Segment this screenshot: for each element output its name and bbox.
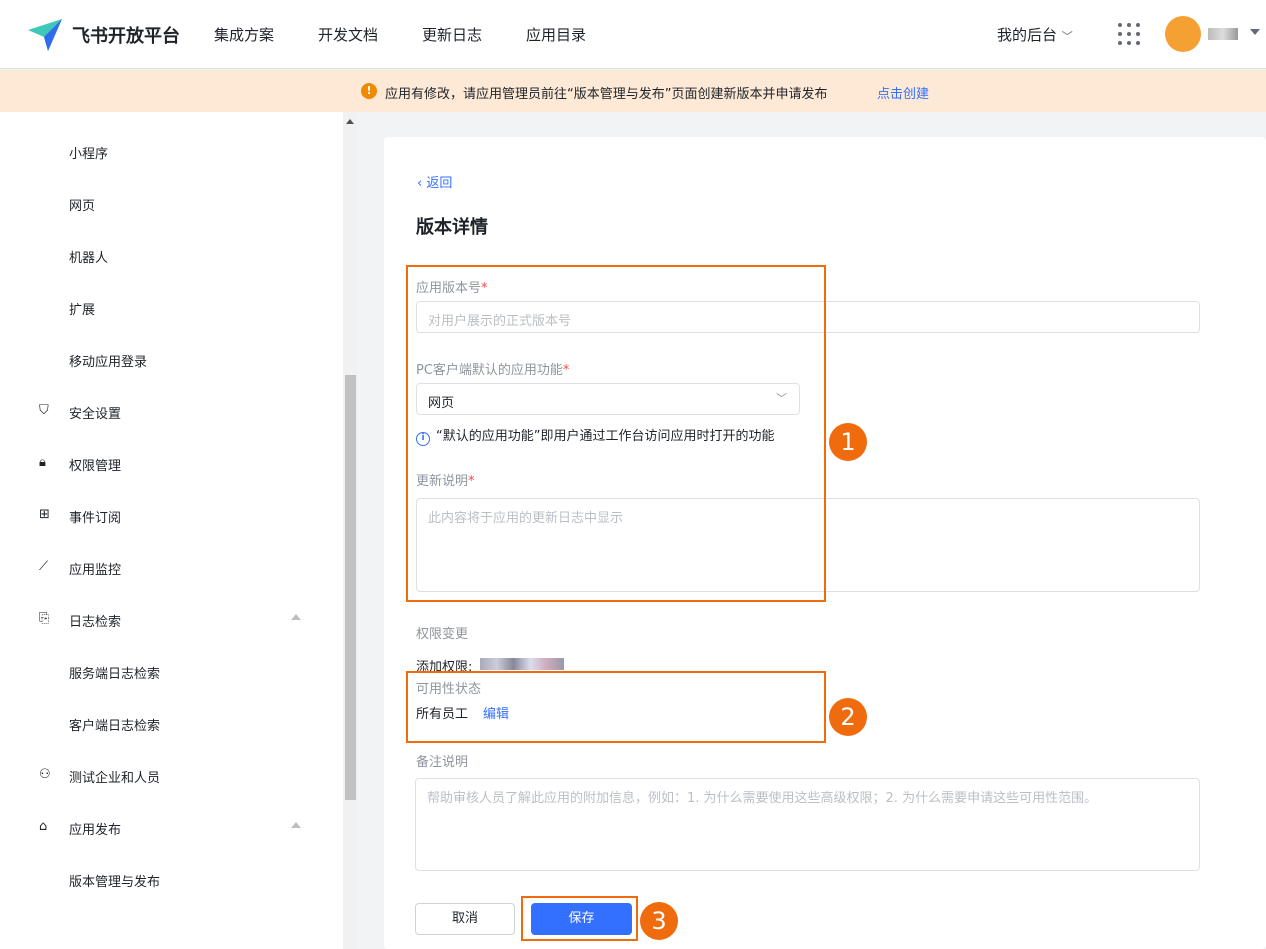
shield-icon: ⛉ bbox=[39, 403, 49, 418]
scrollbar-thumb[interactable] bbox=[345, 375, 356, 800]
store-icon: ⌂ bbox=[39, 819, 48, 834]
back-link[interactable]: ‹ 返回 bbox=[417, 172, 452, 191]
sidebar-item-label: 网页 bbox=[69, 199, 96, 214]
chevron-left-icon: ‹ bbox=[417, 176, 427, 191]
sidebar-item[interactable]: 客户端日志检索 bbox=[0, 714, 343, 734]
apps-grid-icon[interactable] bbox=[1118, 23, 1140, 45]
sidebar-item-label: 日志检索 bbox=[69, 615, 122, 630]
chart-icon: ⟋ bbox=[39, 559, 49, 574]
sidebar-item-label: 应用监控 bbox=[69, 563, 122, 578]
annotation-badge-1: 1 bbox=[829, 423, 867, 461]
banner-message: 应用有修改，请应用管理员前往“版本管理与发布”页面创建新版本并申请发布 bbox=[385, 87, 828, 102]
sidebar-item[interactable]: 🔒︎ 权限管理 bbox=[0, 454, 343, 474]
annotation-box-3 bbox=[521, 896, 638, 941]
caret-down-icon[interactable] bbox=[1250, 29, 1260, 40]
sidebar-item[interactable]: 机器人 bbox=[0, 246, 343, 266]
my-console-dropdown[interactable]: 我的后台 ﹀ bbox=[997, 24, 1073, 45]
warning-icon: ! bbox=[361, 83, 377, 99]
feishu-logo-icon[interactable] bbox=[28, 17, 64, 53]
remark-textarea[interactable]: 帮助审核人员了解此应用的附加信息，例如：1. 为什么需要使用这些高级权限；2. … bbox=[415, 778, 1200, 871]
users-icon: ⚇ bbox=[39, 767, 51, 782]
sidebar-item[interactable]: 移动应用登录 bbox=[0, 350, 343, 370]
sidebar-item[interactable]: 小程序 bbox=[0, 142, 343, 162]
user-name-blurred bbox=[1208, 28, 1238, 40]
sidebar-item-label: 事件订阅 bbox=[69, 511, 122, 526]
sidebar-scrollbar[interactable] bbox=[343, 112, 358, 949]
sidebar-item[interactable]: 服务端日志检索 bbox=[0, 662, 343, 682]
back-label: 返回 bbox=[426, 176, 453, 191]
page-title: 版本详情 bbox=[416, 217, 488, 238]
sidebar: 小程序网页机器人扩展移动应用登录 ⛉ 安全设置 🔒︎ 权限管理 ⊞ 事件订阅 ⟋ 应用监控 ⎘ 日志… bbox=[0, 112, 343, 949]
sidebar-item-label: 客户端日志检索 bbox=[69, 719, 161, 734]
sidebar-item[interactable]: 扩展 bbox=[0, 298, 343, 318]
avatar[interactable] bbox=[1165, 16, 1201, 52]
sidebar-item[interactable]: ⚇ 测试企业和人员 bbox=[0, 766, 343, 786]
sidebar-item-label: 机器人 bbox=[69, 251, 109, 266]
chevron-down-icon: ﹀ bbox=[1061, 30, 1073, 43]
sidebar-item[interactable]: 版本管理与发布 bbox=[0, 870, 343, 890]
sidebar-item[interactable]: ⛉ 安全设置 bbox=[0, 402, 343, 422]
sidebar-item-label: 版本管理与发布 bbox=[69, 875, 161, 890]
sidebar-item-label: 应用发布 bbox=[69, 823, 122, 838]
collapse-icon[interactable] bbox=[291, 614, 301, 620]
permission-change-label: 权限变更 bbox=[416, 627, 469, 642]
plus-box-icon: ⊞ bbox=[39, 507, 50, 522]
cancel-button[interactable]: 取消 bbox=[415, 903, 515, 935]
annotation-box-2 bbox=[406, 671, 826, 743]
annotation-badge-2: 2 bbox=[829, 698, 867, 736]
top-nav: 飞书开放平台 集成方案 开发文档 更新日志 应用目录 我的后台 ﹀ bbox=[0, 0, 1266, 69]
sidebar-item[interactable]: 网页 bbox=[0, 194, 343, 214]
notice-banner: ! 应用有修改，请应用管理员前往“版本管理与发布”页面创建新版本并申请发布 点击… bbox=[0, 70, 1266, 112]
my-console-label: 我的后台 bbox=[997, 26, 1058, 44]
search-doc-icon: ⎘ bbox=[39, 611, 50, 626]
sidebar-item-label: 移动应用登录 bbox=[69, 355, 148, 370]
sidebar-item-label: 测试企业和人员 bbox=[69, 771, 161, 786]
sidebar-item[interactable]: ⟋ 应用监控 bbox=[0, 558, 343, 578]
nav-app-directory[interactable]: 应用目录 bbox=[526, 24, 586, 45]
sidebar-item-label: 安全设置 bbox=[69, 407, 122, 422]
sidebar-item-label: 扩展 bbox=[69, 303, 96, 318]
create-link[interactable]: 点击创建 bbox=[877, 83, 929, 102]
sidebar-item[interactable]: ⊞ 事件订阅 bbox=[0, 506, 343, 526]
sidebar-item[interactable]: ⌂ 应用发布 bbox=[0, 818, 343, 838]
permission-blurred bbox=[480, 658, 564, 670]
sidebar-item[interactable]: ⎘ 日志检索 bbox=[0, 610, 343, 630]
nav-docs[interactable]: 开发文档 bbox=[318, 24, 378, 45]
nav-solutions[interactable]: 集成方案 bbox=[214, 24, 274, 45]
brand-name[interactable]: 飞书开放平台 bbox=[72, 22, 180, 48]
annotation-box-1 bbox=[406, 265, 826, 602]
nav-changelog[interactable]: 更新日志 bbox=[422, 24, 482, 45]
scroll-up-icon[interactable] bbox=[346, 119, 354, 124]
sidebar-item-label: 权限管理 bbox=[69, 459, 122, 474]
remark-label: 备注说明 bbox=[416, 755, 469, 770]
annotation-badge-3: 3 bbox=[640, 902, 678, 940]
lock-icon: 🔒︎ bbox=[39, 455, 46, 470]
sidebar-item-label: 服务端日志检索 bbox=[69, 667, 161, 682]
collapse-icon[interactable] bbox=[291, 822, 301, 828]
sidebar-item-label: 小程序 bbox=[69, 147, 109, 162]
